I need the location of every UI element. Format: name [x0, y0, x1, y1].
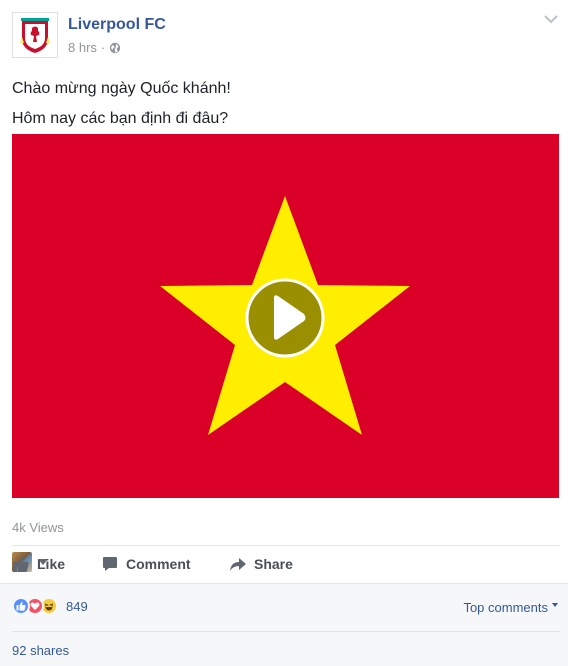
- reaction-count[interactable]: 849: [66, 599, 88, 614]
- share-label: Share: [254, 556, 293, 572]
- share-arrow-icon: [230, 558, 246, 571]
- video-player[interactable]: [12, 134, 559, 498]
- reactions-summary[interactable]: 849: [12, 597, 88, 615]
- comment-bubble-icon: [103, 557, 117, 571]
- globe-icon[interactable]: [109, 42, 121, 54]
- top-comments-dropdown[interactable]: Top comments: [463, 600, 558, 615]
- divider: [12, 545, 560, 546]
- post-text-line: Hôm nay các bạn định đi đâu?: [12, 110, 229, 127]
- meta-separator: ·: [100, 40, 106, 55]
- like-button[interactable]: Like: [12, 552, 65, 576]
- facebook-post: Liverpool FC 8 hrs · Chào mừng ngày Quốc…: [0, 0, 568, 666]
- vietnam-flag-image: [12, 134, 559, 498]
- action-bar: Like Comment Share: [12, 552, 560, 576]
- post-text: Chào mừng ngày Quốc khánh! Hôm nay các b…: [12, 74, 231, 134]
- post-timestamp[interactable]: 8 hrs: [68, 40, 97, 55]
- caret-down-icon: [552, 602, 558, 607]
- thumbs-up-icon: [13, 556, 29, 572]
- play-button[interactable]: [245, 278, 325, 358]
- chevron-down-icon[interactable]: [544, 14, 558, 24]
- divider: [12, 631, 560, 632]
- like-reaction-icon: [12, 597, 30, 615]
- comment-button[interactable]: Comment: [101, 552, 191, 576]
- like-label: Like: [37, 556, 66, 572]
- page-name-link[interactable]: Liverpool FC: [68, 16, 166, 34]
- page-avatar[interactable]: [12, 12, 58, 58]
- liverpool-crest-logo: [18, 17, 52, 53]
- comment-label: Comment: [126, 556, 191, 572]
- post-meta: 8 hrs ·: [68, 40, 121, 55]
- post-text-line: Chào mừng ngày Quốc khánh!: [12, 80, 231, 97]
- top-comments-label: Top comments: [463, 600, 548, 615]
- view-count: 4k Views: [12, 520, 64, 535]
- share-button[interactable]: Share: [229, 552, 293, 576]
- reactions-footer: 849 Top comments 92 shares: [0, 583, 568, 666]
- shares-count-link[interactable]: 92 shares: [12, 643, 69, 658]
